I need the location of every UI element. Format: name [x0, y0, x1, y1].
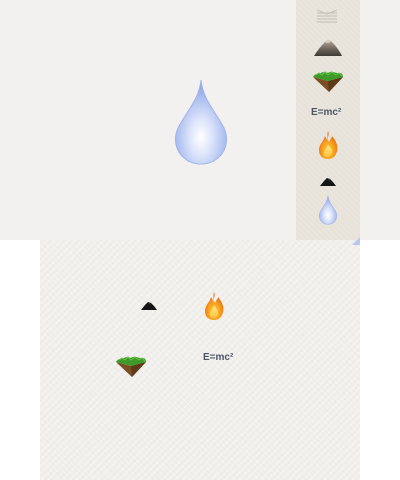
- workspace-energy-label: E=mc²: [203, 352, 234, 363]
- inventory-coal-icon[interactable]: [319, 175, 337, 187]
- inventory-earth-icon[interactable]: [312, 69, 344, 93]
- scroll-up-icon[interactable]: [314, 8, 340, 24]
- workspace[interactable]: E=mc²: [40, 240, 360, 480]
- inventory-energy-label: E=mc²: [311, 107, 342, 118]
- inventory-sidebar[interactable]: E=mc²: [296, 0, 360, 245]
- inventory-stone-pile-icon[interactable]: [313, 37, 343, 57]
- workspace-energy-formula-icon[interactable]: E=mc²: [203, 352, 233, 363]
- corner-indicator: [352, 232, 360, 245]
- inventory-water-drop-icon[interactable]: [318, 195, 338, 225]
- selected-water-drop-icon: [172, 78, 230, 166]
- workspace-coal-icon[interactable]: [140, 299, 158, 311]
- inventory-fire-icon[interactable]: [317, 130, 339, 160]
- workspace-fire-icon[interactable]: [203, 291, 225, 321]
- inventory-energy-formula-icon[interactable]: E=mc²: [311, 107, 341, 118]
- workspace-earth-icon[interactable]: [115, 354, 147, 378]
